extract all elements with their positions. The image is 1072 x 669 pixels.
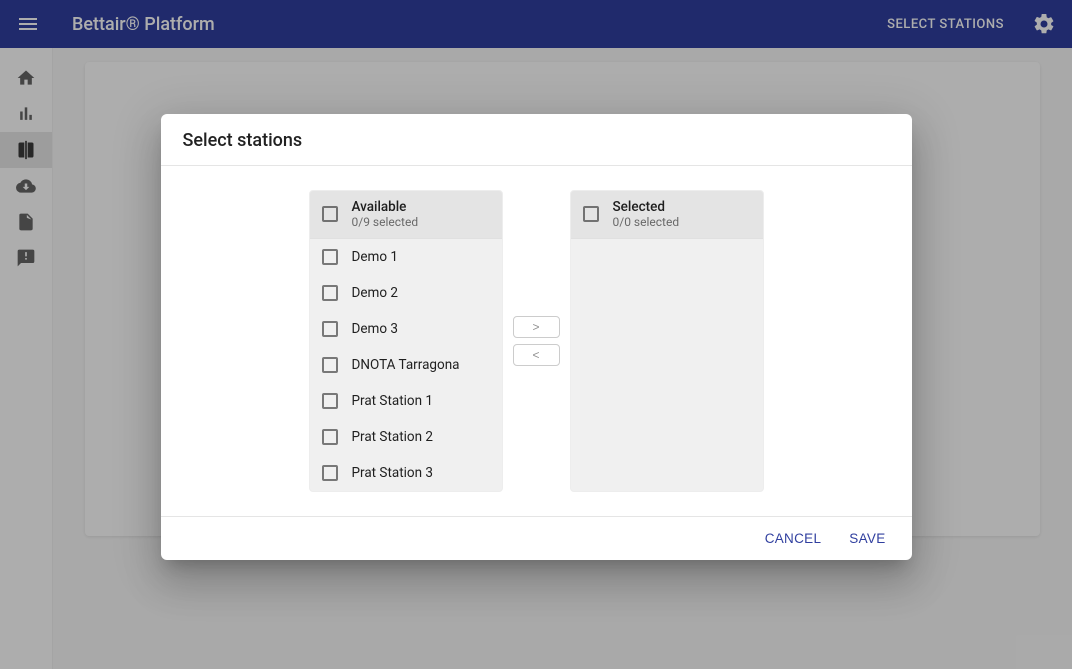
available-item[interactable]: Demo 3	[310, 311, 502, 347]
selected-panel: Selected 0/0 selected	[570, 190, 764, 492]
available-item[interactable]: Prat Station 1	[310, 383, 502, 419]
checkbox-icon[interactable]	[322, 429, 338, 445]
available-item[interactable]: Demo 1	[310, 239, 502, 275]
available-header[interactable]: Available 0/9 selected	[310, 191, 502, 239]
item-label: Prat Station 1	[352, 393, 434, 409]
available-item[interactable]: DNOTA Tarragona	[310, 347, 502, 383]
modal-scrim[interactable]: Select stations Available 0/9 selected D…	[0, 0, 1072, 669]
item-label: Demo 2	[352, 285, 399, 301]
move-left-button[interactable]: <	[513, 344, 560, 366]
selected-header[interactable]: Selected 0/0 selected	[571, 191, 763, 239]
item-label: Prat Station 3	[352, 465, 434, 481]
cancel-button[interactable]: Cancel	[755, 525, 832, 552]
selected-sublabel: 0/0 selected	[613, 215, 680, 229]
checkbox-icon[interactable]	[322, 206, 338, 222]
dialog-actions: Cancel Save	[161, 516, 912, 560]
available-item[interactable]: Demo 2	[310, 275, 502, 311]
checkbox-icon[interactable]	[322, 249, 338, 265]
dialog-body: Available 0/9 selected Demo 1 Demo 2 Dem…	[161, 166, 912, 516]
item-label: DNOTA Tarragona	[352, 357, 460, 373]
item-label: Prat Station 2	[352, 429, 434, 445]
available-item[interactable]: Prat Station 2	[310, 419, 502, 455]
checkbox-icon[interactable]	[322, 465, 338, 481]
select-stations-dialog: Select stations Available 0/9 selected D…	[161, 114, 912, 560]
available-item[interactable]: Prat Station 3	[310, 455, 502, 491]
checkbox-icon[interactable]	[583, 206, 599, 222]
checkbox-icon[interactable]	[322, 393, 338, 409]
transfer-controls: > <	[513, 190, 560, 492]
available-sublabel: 0/9 selected	[352, 215, 419, 229]
available-list: Demo 1 Demo 2 Demo 3 DNOTA Tarragona Pra…	[310, 239, 502, 491]
save-button[interactable]: Save	[839, 525, 895, 552]
available-label: Available	[352, 199, 419, 215]
checkbox-icon[interactable]	[322, 285, 338, 301]
item-label: Demo 1	[352, 249, 399, 265]
checkbox-icon[interactable]	[322, 357, 338, 373]
item-label: Demo 3	[352, 321, 399, 337]
available-panel: Available 0/9 selected Demo 1 Demo 2 Dem…	[309, 190, 503, 492]
checkbox-icon[interactable]	[322, 321, 338, 337]
selected-list	[571, 239, 763, 491]
dialog-title: Select stations	[161, 114, 912, 166]
selected-label: Selected	[613, 199, 680, 215]
move-right-button[interactable]: >	[513, 316, 560, 338]
